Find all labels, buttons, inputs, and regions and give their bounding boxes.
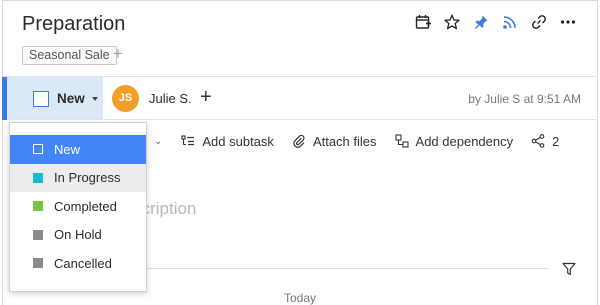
status-dropdown-button[interactable]: New [2, 77, 103, 120]
timeline-today-label: Today [284, 291, 317, 305]
status-option-label: On Hold [54, 227, 102, 243]
pin-icon[interactable] [466, 12, 495, 32]
share-icon [531, 134, 545, 148]
add-subtask-label: Add subtask [202, 133, 274, 149]
status-in-progress-swatch-icon [33, 172, 43, 183]
paperclip-icon [293, 134, 305, 148]
share-button[interactable]: 2 [531, 134, 559, 149]
status-option-cancelled[interactable]: Cancelled [10, 249, 146, 278]
share-count: 2 [552, 133, 560, 149]
attach-files-label: Attach files [312, 133, 377, 149]
assignee-name[interactable]: Julie S. [149, 91, 192, 106]
status-cancelled-swatch-icon [33, 258, 43, 269]
avatar[interactable]: JS [112, 85, 139, 112]
attach-files-button[interactable]: Attach files [292, 134, 377, 149]
status-completed-swatch-icon [33, 201, 43, 212]
add-dependency-button[interactable]: Add dependency [394, 133, 514, 149]
status-option-in-progress[interactable]: In Progress [10, 163, 146, 192]
task-title[interactable]: Preparation [22, 13, 125, 36]
add-subtask-button[interactable]: Add subtask [181, 134, 274, 149]
chevron-down-icon[interactable]: ⌄ [154, 136, 162, 147]
add-dependency-label: Add dependency [415, 133, 514, 149]
rss-icon[interactable] [495, 12, 524, 32]
link-icon[interactable] [524, 12, 553, 32]
status-option-completed[interactable]: Completed [10, 192, 146, 221]
created-by-text: by Julie S at 9:51 AM [468, 92, 581, 106]
more-icon[interactable] [553, 12, 582, 32]
status-checkbox-icon [33, 90, 49, 107]
status-option-label: Completed [54, 198, 117, 214]
star-icon[interactable] [437, 12, 466, 32]
status-label: New [57, 91, 85, 106]
add-assignee-button[interactable]: + [200, 86, 212, 108]
status-option-label: New [54, 141, 81, 157]
action-bar: ⌄ Add subtask Attach files Add dependenc… [146, 130, 577, 152]
subtask-icon [181, 135, 195, 146]
divider [147, 268, 549, 269]
task-toolbar [408, 12, 582, 32]
dependency-icon [394, 134, 409, 148]
status-dropdown-menu: New In Progress Completed On Hold Cancel… [9, 122, 147, 292]
add-tag-button[interactable]: + [113, 44, 123, 64]
caret-down-icon [91, 96, 98, 101]
status-option-on-hold[interactable]: On Hold [10, 221, 146, 250]
filter-icon[interactable] [562, 262, 576, 276]
status-bar: New JS Julie S. + by Julie S at 9:51 AM [2, 76, 598, 120]
status-on-hold-swatch-icon [33, 229, 43, 240]
status-new-swatch-icon [33, 144, 43, 155]
status-option-label: Cancelled [54, 255, 112, 271]
status-option-new[interactable]: New [10, 135, 146, 164]
calendar-add-icon[interactable] [408, 12, 437, 32]
status-option-label: In Progress [54, 170, 121, 186]
tag-chip[interactable]: Seasonal Sale [22, 46, 117, 65]
